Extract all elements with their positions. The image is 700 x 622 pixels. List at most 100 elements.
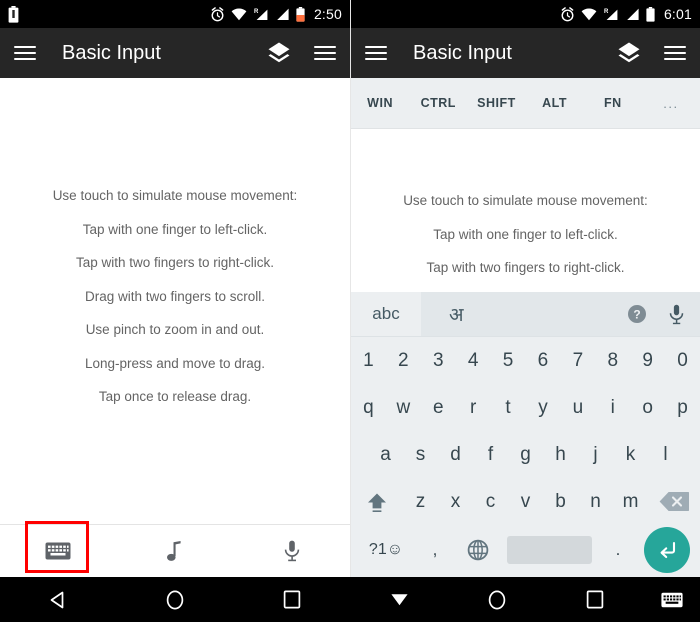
key-5[interactable]: 5: [491, 337, 526, 384]
key-i[interactable]: i: [595, 384, 630, 431]
key-6[interactable]: 6: [526, 337, 561, 384]
recents-square-icon: [586, 590, 604, 609]
battery-icon: [8, 5, 19, 23]
layers-icon[interactable]: [266, 40, 292, 66]
key-x[interactable]: x: [438, 478, 473, 525]
key-9[interactable]: 9: [630, 337, 665, 384]
key-0[interactable]: 0: [665, 337, 700, 384]
left-status-right-icons: R 2:50: [210, 6, 342, 22]
key-3[interactable]: 3: [421, 337, 456, 384]
keyboard-language-tab[interactable]: अ: [449, 301, 464, 327]
keyboard-indicator-button[interactable]: [644, 592, 700, 608]
keyboard-row-home: a s d f g h j k l: [351, 431, 700, 478]
instruction-line: Long-press and move to drag.: [84, 355, 266, 371]
voice-button[interactable]: [233, 540, 350, 562]
keyboard-suggestion-bar: abc अ ?: [351, 292, 700, 337]
backspace-key[interactable]: [648, 491, 700, 512]
key-l[interactable]: l: [648, 431, 683, 478]
right-status-bar: R 6:01: [351, 0, 700, 28]
enter-key[interactable]: [644, 527, 690, 573]
key-k[interactable]: k: [613, 431, 648, 478]
back-triangle-icon: [48, 590, 68, 610]
instruction-line: Use pinch to zoom in and out.: [85, 322, 265, 338]
key-p[interactable]: p: [665, 384, 700, 431]
modifier-key-win[interactable]: WIN: [351, 96, 409, 110]
key-t[interactable]: t: [491, 384, 526, 431]
key-u[interactable]: u: [560, 384, 595, 431]
key-1[interactable]: 1: [351, 337, 386, 384]
recents-button[interactable]: [233, 590, 350, 609]
instruction-line: Use touch to simulate mouse movement:: [403, 193, 648, 208]
home-button[interactable]: [117, 589, 234, 611]
recents-button[interactable]: [546, 590, 644, 609]
key-j[interactable]: j: [578, 431, 613, 478]
battery-icon: [646, 6, 655, 22]
music-button[interactable]: [117, 540, 234, 562]
alarm-icon: [560, 6, 575, 22]
keyboard-icon: [661, 592, 683, 608]
key-g[interactable]: g: [508, 431, 543, 478]
right-content-area[interactable]: Use touch to simulate mouse movement: Ta…: [351, 129, 700, 292]
hamburger-menu-icon[interactable]: [14, 45, 36, 61]
key-b[interactable]: b: [543, 478, 578, 525]
back-button[interactable]: [0, 590, 117, 610]
screenshot-root: R 2:50 Basic Input Use touch to simulate…: [0, 0, 700, 622]
key-e[interactable]: e: [421, 384, 456, 431]
keyboard-toggle-button[interactable]: [0, 542, 117, 560]
key-r[interactable]: r: [456, 384, 491, 431]
key-m[interactable]: m: [613, 478, 648, 525]
modifier-key-alt[interactable]: ALT: [526, 96, 584, 110]
key-s[interactable]: s: [403, 431, 438, 478]
left-nav-group: [0, 577, 350, 622]
key-a[interactable]: a: [368, 431, 403, 478]
modifier-key-shift[interactable]: SHIFT: [467, 96, 525, 110]
recents-square-icon: [283, 590, 301, 609]
modifier-key-overflow[interactable]: ...: [642, 96, 700, 111]
key-8[interactable]: 8: [595, 337, 630, 384]
home-button[interactable]: [448, 589, 546, 611]
left-bottom-toolbar: [0, 521, 350, 577]
period-key[interactable]: .: [598, 540, 638, 560]
music-note-icon: [167, 540, 183, 562]
key-7[interactable]: 7: [560, 337, 595, 384]
language-switch-key[interactable]: [455, 539, 501, 561]
right-status-time: 6:01: [663, 6, 692, 22]
keyboard-abc-tab[interactable]: abc: [351, 292, 421, 336]
key-w[interactable]: w: [386, 384, 421, 431]
signal-icon: [275, 7, 290, 21]
key-v[interactable]: v: [508, 478, 543, 525]
left-status-left-icons: [8, 5, 19, 23]
microphone-icon[interactable]: [669, 304, 684, 325]
layers-icon[interactable]: [616, 40, 642, 66]
key-f[interactable]: f: [473, 431, 508, 478]
key-d[interactable]: d: [438, 431, 473, 478]
key-o[interactable]: o: [630, 384, 665, 431]
left-content-area[interactable]: Use touch to simulate mouse movement: Ta…: [0, 78, 350, 524]
key-n[interactable]: n: [578, 478, 613, 525]
modifier-key-fn[interactable]: FN: [584, 96, 642, 110]
key-4[interactable]: 4: [456, 337, 491, 384]
left-app-bar-actions: [266, 40, 336, 66]
signal-roaming-icon: R: [603, 7, 619, 21]
space-key[interactable]: [507, 536, 592, 564]
list-menu-icon[interactable]: [664, 45, 686, 61]
modifier-key-ctrl[interactable]: CTRL: [409, 96, 467, 110]
key-c[interactable]: c: [473, 478, 508, 525]
home-circle-icon: [487, 589, 507, 611]
key-h[interactable]: h: [543, 431, 578, 478]
hide-keyboard-button[interactable]: [350, 590, 448, 609]
help-circle-icon[interactable]: ?: [627, 304, 647, 324]
key-z[interactable]: z: [403, 478, 438, 525]
globe-language-icon: [467, 539, 489, 561]
key-q[interactable]: q: [351, 384, 386, 431]
comma-key[interactable]: ,: [415, 540, 455, 560]
key-2[interactable]: 2: [386, 337, 421, 384]
left-instructions: Use touch to simulate mouse movement: Ta…: [0, 188, 350, 423]
shift-key[interactable]: [351, 490, 403, 514]
list-menu-icon[interactable]: [314, 45, 336, 61]
symbols-key[interactable]: ?1☺: [357, 541, 415, 559]
key-y[interactable]: y: [526, 384, 561, 431]
hide-keyboard-down-icon: [389, 590, 410, 609]
svg-text:R: R: [604, 9, 609, 15]
hamburger-menu-icon[interactable]: [365, 45, 387, 61]
